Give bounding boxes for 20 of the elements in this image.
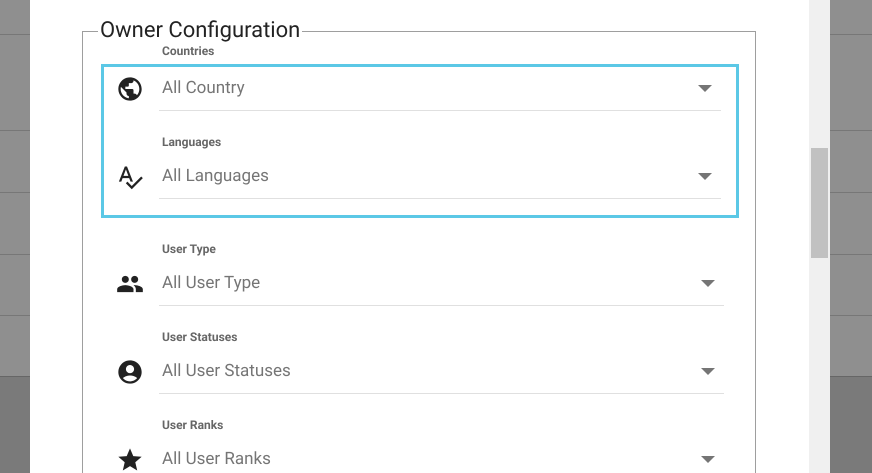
field-label: User Statuses xyxy=(162,329,238,346)
field-label: User Ranks xyxy=(162,417,224,434)
dropdown-caret-icon xyxy=(698,85,712,92)
select-field[interactable]: All User Ranks xyxy=(159,438,724,473)
star-icon xyxy=(116,446,144,473)
dropdown-caret-icon xyxy=(698,173,712,180)
dropdown-caret-icon xyxy=(701,368,715,375)
scrollbar[interactable] xyxy=(809,0,830,473)
select-field[interactable]: All User Statuses xyxy=(159,350,724,394)
section-title: Owner Configuration xyxy=(99,20,302,42)
select-field[interactable]: All User Type xyxy=(159,262,724,306)
dropdown-caret-icon xyxy=(701,456,715,463)
select-field[interactable]: All Languages xyxy=(159,155,721,199)
select-field[interactable]: All Country xyxy=(159,67,721,111)
field-label: User Type xyxy=(162,241,216,258)
field-label: Countries xyxy=(162,43,214,60)
globe-icon xyxy=(116,75,144,103)
scrollbar-thumb[interactable] xyxy=(811,148,828,258)
field-label: Languages xyxy=(162,134,222,151)
dropdown-caret-icon xyxy=(701,280,715,287)
